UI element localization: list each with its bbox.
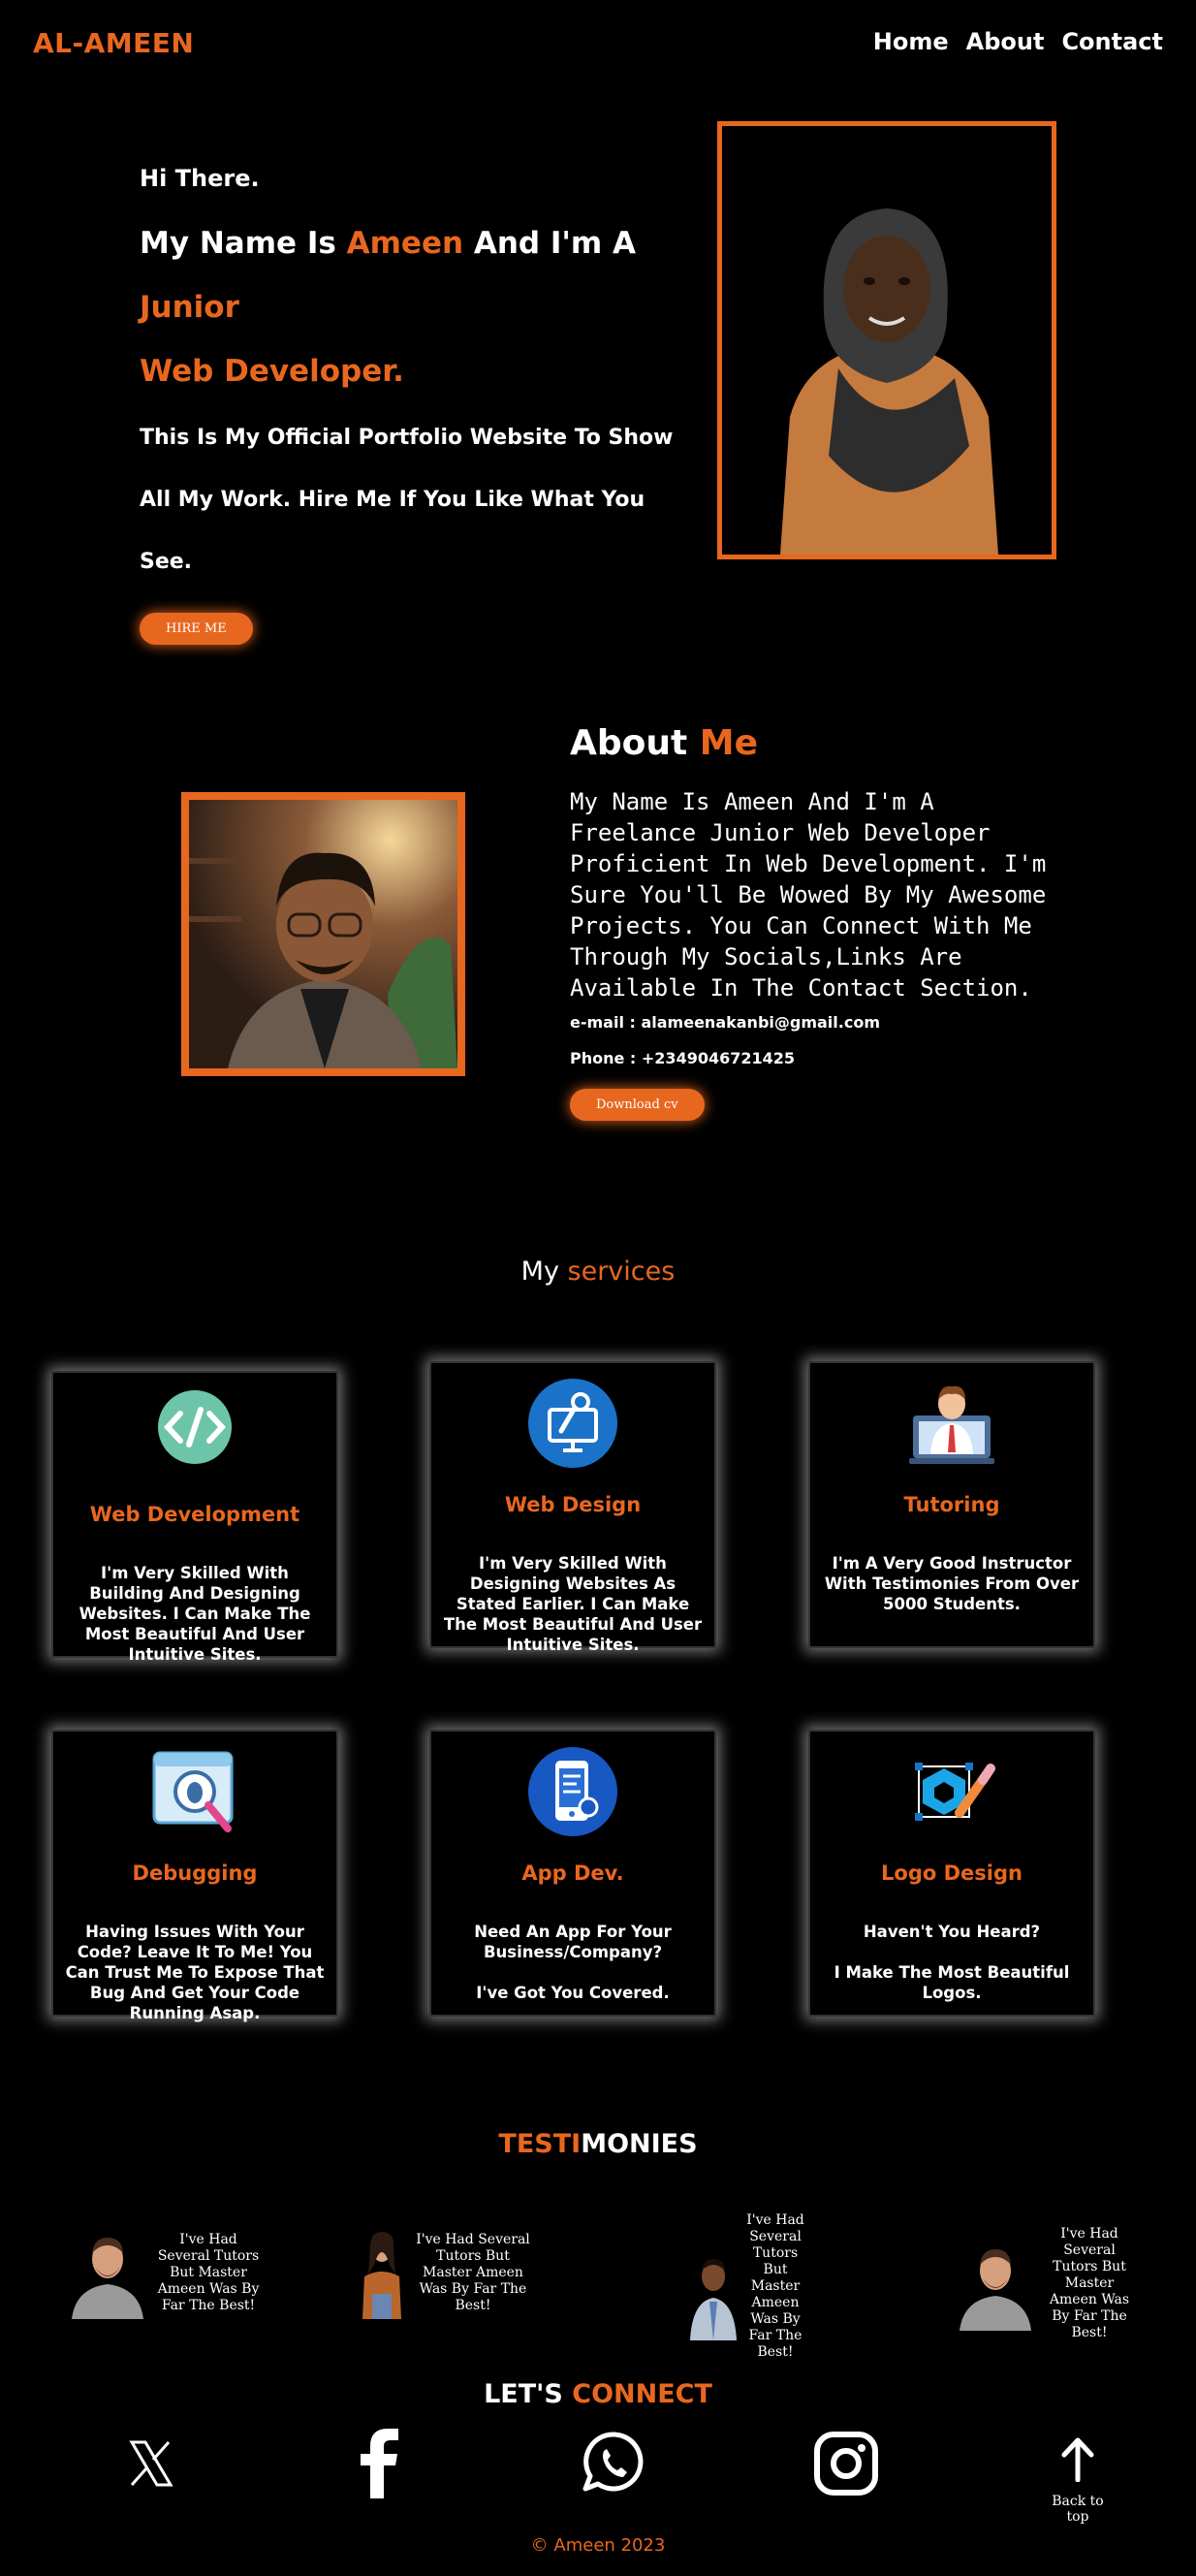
service-card-tutoring[interactable]: Tutoring I'm A Very Good Instructor With… — [808, 1361, 1095, 1648]
about-body: My Name Is Ameen And I'm A Freelance Jun… — [570, 788, 1047, 1002]
hero-section: Hi There. My Name Is Ameen And I'm A Jun… — [140, 165, 682, 645]
service-card-title: Web Development — [89, 1503, 300, 1526]
hero-desc-line2: All My Work. Hire Me If You Like What Yo… — [140, 488, 645, 574]
service-card-title: Debugging — [132, 1861, 258, 1885]
back-to-top-label: Back to top — [1052, 2494, 1104, 2525]
connect-title-orange: CONNECT — [572, 2379, 712, 2409]
nav-link-contact[interactable]: Contact — [1061, 28, 1163, 55]
testimony-avatar — [72, 2238, 143, 2319]
service-card-debugging[interactable]: Debugging Having Issues With Your Code? … — [51, 1730, 338, 2022]
service-card-desc: I'm Very Skilled With Building And Desig… — [79, 1564, 311, 1664]
testimony-avatar — [690, 2258, 737, 2340]
services-title-orange: services — [567, 1256, 676, 1287]
code-icon — [158, 1390, 232, 1464]
service-card-desc: Haven't You Heard? I Make The Most Beaut… — [834, 1923, 1070, 2002]
hero-portrait — [717, 121, 1056, 559]
testimony-text: I've Had Several Tutors But Master Ameen… — [746, 2212, 804, 2360]
service-card-desc: I'm Very Skilled With Designing Websites… — [443, 1554, 703, 1654]
service-card-title: Logo Design — [881, 1861, 1023, 1885]
hero-role-line2: Web Developer. — [140, 354, 404, 389]
x-icon[interactable] — [116, 2429, 184, 2498]
connect-title-white: LET'S — [484, 2379, 563, 2409]
nav-link-about[interactable]: About — [966, 28, 1045, 55]
testimony-avatar — [362, 2232, 401, 2319]
bug-icon — [152, 1751, 234, 1832]
services-title-white: My — [520, 1256, 559, 1287]
about-phone: Phone : +2349046721425 — [570, 1049, 796, 1067]
about-title-orange: Me — [699, 723, 758, 763]
about-section: About Me My Name Is Ameen And I'm A Free… — [570, 723, 1054, 1121]
testimony-item: I've Had Several Tutors But Master Ameen… — [68, 2226, 262, 2319]
navbar: AL-AMEEN Home About Contact — [0, 0, 1196, 85]
whatsapp-icon[interactable] — [580, 2429, 647, 2498]
download-cv-button[interactable]: Download cv — [570, 1089, 705, 1121]
testimonies-title: TESTIMONIES — [0, 2129, 1196, 2159]
mobile-app-icon — [528, 1747, 617, 1836]
testimony-item: I've Had Several Tutors But Master Ameen… — [956, 2226, 1136, 2341]
site-logo[interactable]: AL-AMEEN — [33, 27, 194, 59]
hero-role-line1: Junior — [140, 290, 239, 325]
testimony-text: I've Had Several Tutors But Master Ameen… — [1049, 2226, 1130, 2340]
facebook-icon[interactable] — [347, 2429, 415, 2498]
service-card-title: Tutoring — [903, 1493, 1000, 1516]
hero-headline: My Name Is Ameen And I'm A Junior Web De… — [140, 211, 682, 403]
service-card-logo-design[interactable]: Logo Design Haven't You Heard? I Make Th… — [808, 1730, 1095, 2017]
instagram-icon[interactable] — [812, 2429, 880, 2498]
service-card-title: App Dev. — [521, 1861, 624, 1885]
hire-me-button[interactable]: HIRE ME — [140, 613, 253, 645]
about-email: e-mail : alameenakanbi@gmail.com — [570, 1013, 880, 1032]
testimony-text: I've Had Several Tutors But Master Ameen… — [416, 2231, 530, 2313]
service-card-app-dev[interactable]: App Dev. Need An App For Your Business/C… — [429, 1730, 716, 2017]
hero-name-mid: And I'm A — [473, 226, 636, 261]
tutor-icon — [909, 1385, 994, 1464]
logo-design-icon — [915, 1763, 995, 1821]
testimonies-title-orange: TESTI — [498, 2129, 582, 2159]
hero-description: This Is My Official Portfolio Website To… — [140, 407, 682, 593]
connect-title: LET'S CONNECT — [0, 2379, 1196, 2409]
back-to-top-button[interactable]: Back to top — [1043, 2435, 1113, 2525]
testimony-item: I've Had Several Tutors But Master Ameen… — [688, 2212, 804, 2361]
testimony-text: I've Had Several Tutors But Master Ameen… — [157, 2231, 260, 2313]
testimony-item: I've Had Several Tutors But Master Ameen… — [357, 2226, 531, 2319]
web-design-icon — [528, 1379, 617, 1468]
nav-link-home[interactable]: Home — [873, 28, 949, 55]
about-portrait — [181, 792, 465, 1076]
service-card-title: Web Design — [504, 1493, 642, 1516]
service-card-desc: Need An App For Your Business/Company? I… — [474, 1923, 672, 2002]
service-card-desc: I'm A Very Good Instructor With Testimon… — [824, 1554, 1080, 1613]
about-title: About Me — [570, 723, 1054, 763]
service-card-desc: Having Issues With Your Code? Leave It T… — [65, 1923, 325, 2022]
service-card-web-design[interactable]: Web Design I'm Very Skilled With Designi… — [429, 1361, 716, 1654]
testimonies-title-white: MONIES — [581, 2129, 698, 2159]
hero-name-prefix: My Name Is — [140, 226, 336, 261]
footer-copyright: © Ameen 2023 — [530, 2535, 666, 2556]
hero-name: Ameen — [346, 226, 464, 261]
service-card-web-development[interactable]: Web Development I'm Very Skilled With Bu… — [51, 1371, 338, 1664]
services-title: My services — [0, 1256, 1196, 1287]
about-title-white: About — [570, 723, 688, 763]
nav-menu: Home About Contact — [873, 28, 1163, 55]
hero-desc-line1: This Is My Official Portfolio Website To… — [140, 426, 674, 450]
hero-greeting: Hi There. — [140, 165, 260, 192]
arrow-up-icon — [1061, 2437, 1094, 2483]
testimony-avatar — [960, 2248, 1031, 2331]
